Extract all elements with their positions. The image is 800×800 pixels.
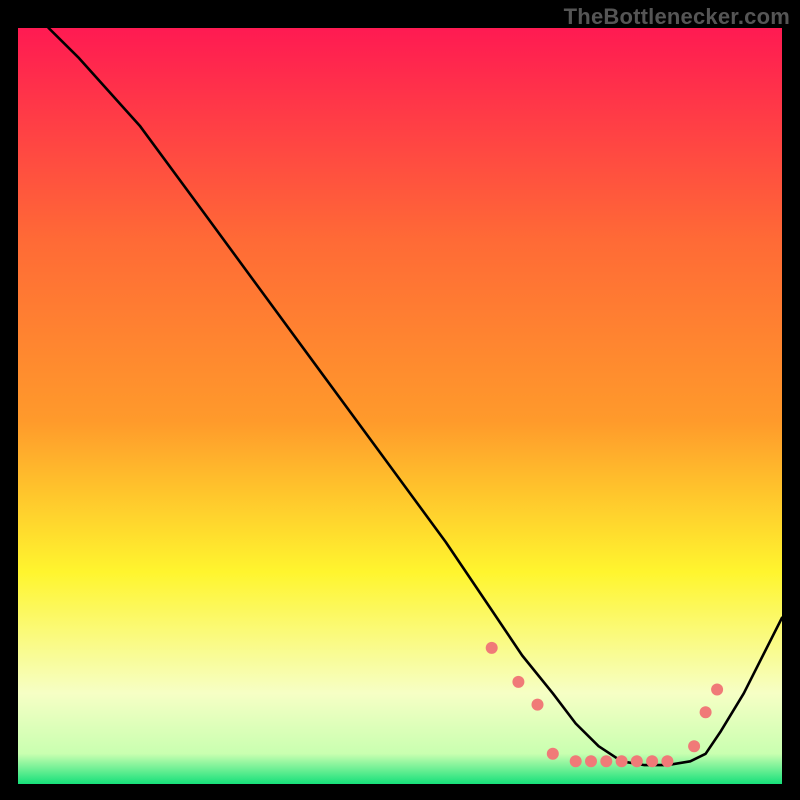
- highlight-point: [547, 748, 559, 760]
- highlight-point: [661, 755, 673, 767]
- highlight-point: [616, 755, 628, 767]
- highlight-point: [532, 699, 544, 711]
- highlight-point: [688, 740, 700, 752]
- watermark-text: TheBottlenecker.com: [564, 4, 790, 30]
- highlight-point: [585, 755, 597, 767]
- chart-frame: TheBottlenecker.com: [0, 0, 800, 800]
- highlight-point: [700, 706, 712, 718]
- highlight-point: [646, 755, 658, 767]
- highlight-point: [486, 642, 498, 654]
- highlight-point: [570, 755, 582, 767]
- gradient-background: [18, 28, 782, 784]
- highlight-point: [600, 755, 612, 767]
- highlight-point: [631, 755, 643, 767]
- highlight-point: [711, 684, 723, 696]
- highlight-point: [512, 676, 524, 688]
- plot-area: [18, 28, 782, 784]
- chart-svg: [18, 28, 782, 784]
